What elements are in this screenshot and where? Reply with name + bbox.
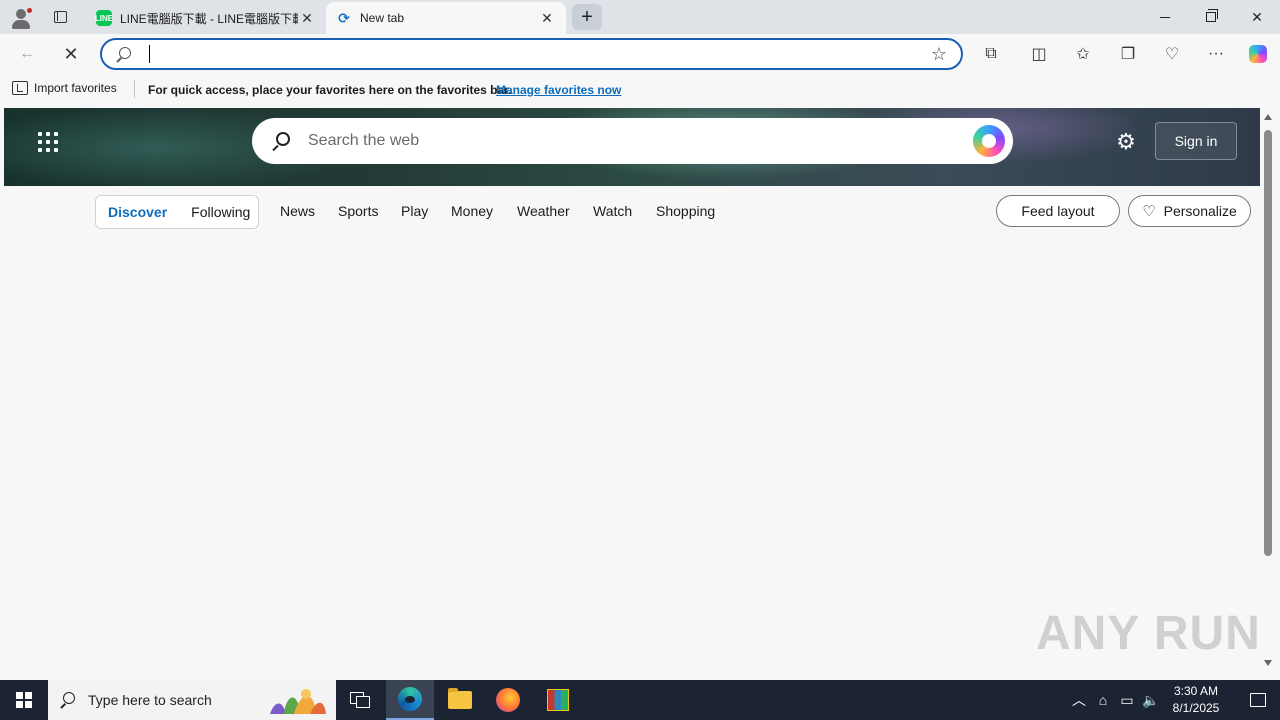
scroll-up-arrow-icon[interactable] (1264, 114, 1272, 120)
extensions-icon[interactable]: ⧉ (975, 40, 1007, 68)
network-icon[interactable]: ▭ (1116, 680, 1138, 720)
file-explorer-icon[interactable] (436, 680, 484, 720)
tab-title: LINE電腦版下載 - LINE電腦版下載 (120, 11, 298, 26)
firefox-icon[interactable] (484, 680, 532, 720)
hero-banner: ⚙ Sign in (4, 108, 1260, 186)
windows-taskbar: Type here to search ︿ ⌂ ▭ 🔈 3:30 AM 8/1/… (0, 680, 1280, 720)
search-icon (60, 692, 76, 709)
favorites-icon[interactable]: ✩ (1067, 40, 1099, 68)
gear-icon[interactable]: ⚙ (1114, 130, 1138, 154)
copilot-icon[interactable] (1242, 40, 1274, 68)
line-icon: LINE (95, 10, 113, 26)
back-button[interactable]: ← (12, 40, 42, 68)
nav-sports[interactable]: Sports (338, 203, 378, 219)
nav-play[interactable]: Play (401, 203, 428, 219)
collections-icon[interactable]: ❐ (1112, 40, 1144, 68)
watermark-logo: ANY RUN (1036, 607, 1261, 660)
search-icon (116, 46, 132, 63)
meet-now-icon[interactable]: ⌂ (1092, 680, 1114, 720)
restore-button[interactable] (1188, 0, 1234, 34)
tab-following[interactable]: Following (179, 204, 262, 220)
close-icon[interactable]: ✕ (538, 9, 556, 27)
edge-icon: ⟳ (338, 9, 350, 26)
apps-launcher-icon[interactable] (38, 132, 58, 152)
title-bar: LINE LINE電腦版下載 - LINE電腦版下載 ✕ ⟳ New tab ✕… (0, 0, 1280, 34)
import-favorites-label: Import favorites (34, 81, 117, 95)
tab-title: New tab (360, 11, 405, 25)
nav-money[interactable]: Money (451, 203, 493, 219)
nav-watch[interactable]: Watch (593, 203, 632, 219)
divider (134, 80, 135, 98)
stop-loading-button[interactable]: ✕ (56, 40, 86, 68)
scrollbar-thumb[interactable] (1264, 130, 1272, 556)
tab-line-download[interactable]: LINE LINE電腦版下載 - LINE電腦版下載 ✕ (86, 2, 326, 34)
minimize-button[interactable] (1142, 0, 1188, 34)
favorites-bar: Import favorites For quick access, place… (0, 76, 1280, 104)
search-icon (272, 132, 290, 152)
clock-date: 8/1/2025 (1172, 701, 1220, 715)
favorites-hint: For quick access, place your favorites h… (148, 83, 512, 97)
import-icon (12, 81, 28, 95)
more-options-icon[interactable]: ··· (1200, 40, 1232, 68)
heart-icon: ♡ (1142, 203, 1156, 220)
web-search-input[interactable] (308, 131, 908, 151)
feed-layout-button[interactable]: Feed layout (996, 195, 1120, 227)
page-scrollbar[interactable] (1260, 108, 1276, 676)
clock-time: 3:30 AM (1173, 684, 1219, 698)
nav-news[interactable]: News (280, 203, 315, 219)
add-favorite-star-icon[interactable]: ☆ (931, 44, 947, 64)
search-highlight-illustration-icon (270, 689, 326, 714)
web-search-box[interactable] (252, 118, 1013, 164)
address-input[interactable] (148, 45, 908, 63)
notification-center-icon[interactable] (1236, 680, 1280, 720)
start-button[interactable] (0, 680, 48, 720)
personalize-button[interactable]: ♡ Personalize (1128, 195, 1251, 227)
edge-taskbar-icon[interactable] (386, 680, 434, 720)
nav-weather[interactable]: Weather (517, 203, 570, 219)
close-window-button[interactable]: ✕ (1234, 0, 1280, 34)
windows-logo-icon (16, 692, 32, 708)
winrar-icon[interactable] (534, 680, 582, 720)
browser-essentials-icon[interactable]: ♡ (1156, 40, 1188, 68)
sign-in-button[interactable]: Sign in (1155, 122, 1237, 160)
import-favorites-button[interactable]: Import favorites (12, 81, 117, 95)
taskbar-search-placeholder: Type here to search (88, 692, 212, 708)
browser-toolbar: ← ✕ ☆ ⧉ ◫ ✩ ❐ ♡ ··· (0, 34, 1280, 74)
task-view-icon[interactable] (336, 680, 384, 720)
show-hidden-icons-chevron-icon[interactable]: ︿ (1068, 680, 1090, 720)
profile-icon[interactable] (8, 5, 34, 29)
text-caret (149, 45, 150, 63)
taskbar-search-box[interactable]: Type here to search (48, 680, 336, 720)
nav-shopping[interactable]: Shopping (656, 203, 715, 219)
personalize-label: Personalize (1163, 203, 1237, 219)
tab-actions-icon[interactable] (48, 6, 72, 28)
copilot-icon[interactable] (973, 125, 1005, 157)
feed-layout-label: Feed layout (1021, 203, 1095, 219)
new-tab-button[interactable]: + (572, 4, 602, 30)
scroll-down-arrow-icon[interactable] (1264, 660, 1272, 666)
manage-favorites-link[interactable]: Manage favorites now (496, 83, 621, 97)
new-tab-page: ⚙ Sign in Discover Following News Sports… (4, 108, 1260, 676)
feed-navigation: Discover Following News Sports Play Mone… (4, 194, 1260, 229)
feed-toggle: Discover Following (95, 195, 259, 229)
system-clock[interactable]: 3:30 AM 8/1/2025 (1156, 683, 1236, 717)
split-screen-icon[interactable]: ◫ (1023, 40, 1055, 68)
close-icon[interactable]: ✕ (298, 9, 316, 27)
tab-new-tab[interactable]: ⟳ New tab ✕ (326, 2, 566, 34)
tab-discover[interactable]: Discover (96, 204, 179, 220)
address-bar[interactable]: ☆ (100, 38, 963, 70)
